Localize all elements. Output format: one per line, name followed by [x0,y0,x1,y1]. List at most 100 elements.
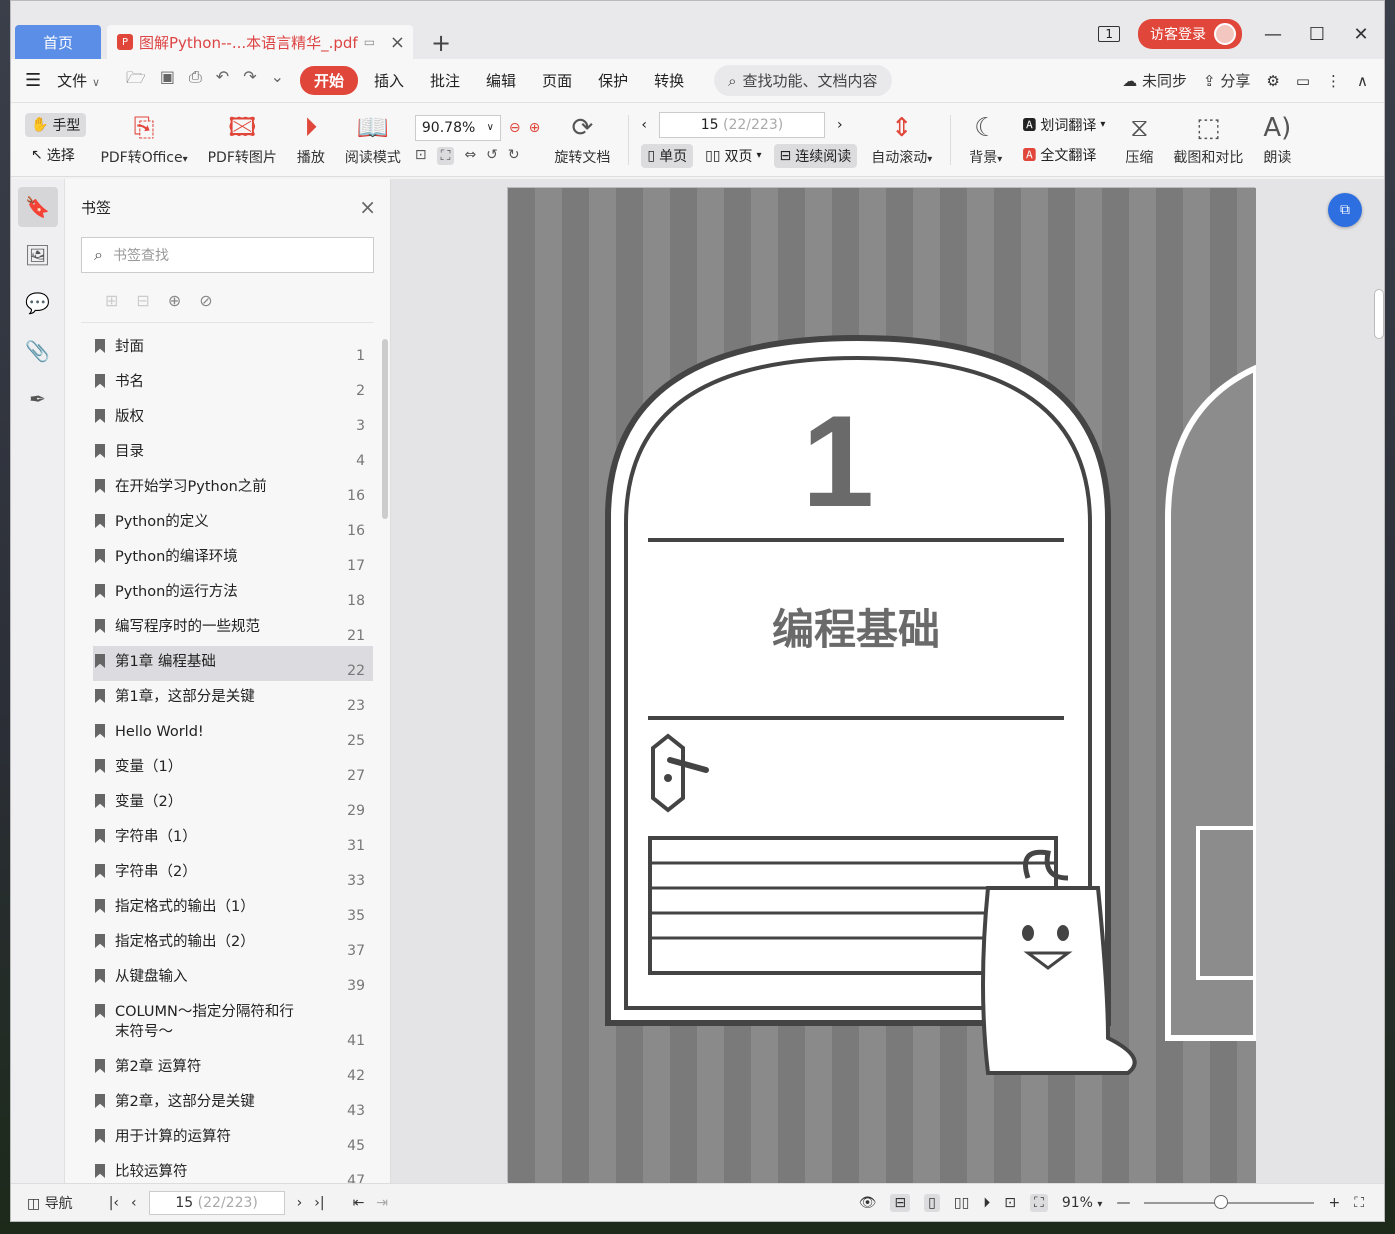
function-search[interactable]: ⌕ 查找功能、文档内容 [714,65,892,96]
tab-document[interactable]: P 图解Python--...本语言精华_.pdf ▭ × [107,25,413,59]
attachment-panel-icon[interactable]: 📎 [18,331,58,371]
zoom-in-icon[interactable]: + [1328,1195,1340,1211]
close-tab-icon[interactable]: × [390,32,405,53]
actual-size-icon[interactable]: ⊡ [415,147,427,165]
forward-icon[interactable]: ⇥ [376,1195,388,1211]
hand-tool-button[interactable]: ✋ 手型 [25,112,87,137]
next-page-icon[interactable]: › [297,1195,303,1211]
bookmark-item[interactable]: 从键盘输入 39 [93,961,373,996]
document-scrollbar[interactable] [1374,289,1384,339]
page-number-input[interactable]: 15 (22/223) [658,111,825,138]
tab-home[interactable]: 首页 [15,25,101,59]
bookmark-item[interactable]: 指定格式的输出（1） 35 [93,891,373,926]
prev-page-icon[interactable]: ‹ [131,1195,137,1211]
read-aloud-button[interactable]: A) 朗读 [1257,111,1297,169]
settings-icon[interactable]: ⚙ [1266,72,1279,90]
bookmark-item[interactable]: 在开始学习Python之前 16 [93,471,373,506]
undo-icon[interactable]: ↶ [216,67,229,94]
bookmark-item[interactable]: 字符串（2） 33 [93,856,373,891]
panel-scrollbar[interactable] [382,339,388,519]
share-button[interactable]: ⇪ 分享 [1203,70,1250,91]
bookmark-item[interactable]: 第2章 运算符 42 [93,1051,373,1086]
first-page-icon[interactable]: |‹ [109,1195,119,1211]
floating-tool-button[interactable]: ⧉ [1328,193,1362,227]
bookmark-item[interactable]: Python的定义 16 [93,506,373,541]
bookmark-item[interactable]: 封面 1 [93,331,373,366]
status-page-input[interactable]: 15 (22/223) [148,1190,285,1215]
bookmark-search-input[interactable]: ⌕ 书签查找 [81,237,374,273]
zoom-select[interactable]: 90.78% ∨ [414,114,501,141]
sync-button[interactable]: ☁ 未同步 [1122,70,1187,91]
fit-width-icon[interactable]: ⇔ [464,147,476,165]
menu-comment[interactable]: 批注 [420,66,470,95]
continuous-read-button[interactable]: ⊟ 连续阅读 [773,143,858,168]
pdf-to-office-button[interactable]: ⎘ PDF转Office▾ [94,111,193,169]
zoom-in-icon[interactable]: ⊕ [529,120,541,136]
single-page-icon[interactable]: ▯ [924,1193,940,1212]
signature-panel-icon[interactable]: ✒ [18,379,58,419]
print-icon[interactable]: ⎙ [189,67,202,94]
add-bookmark-icon[interactable]: ⊕ [168,291,181,310]
hamburger-icon[interactable]: ☰ [25,70,41,91]
last-page-icon[interactable]: ›| [314,1195,324,1211]
play-button[interactable]: ⏵ 播放 [291,111,331,169]
bookmark-item[interactable]: 用于计算的运算符 45 [93,1121,373,1156]
close-window-icon[interactable]: ✕ [1348,24,1374,45]
menu-insert[interactable]: 插入 [364,66,414,95]
bookmark-item[interactable]: 版权 3 [93,401,373,436]
bookmark-item[interactable]: 第1章 编程基础 22 [93,646,373,681]
bookmark-item[interactable]: 第1章，这部分是关键 23 [93,681,373,716]
back-icon[interactable]: ⇤ [353,1195,365,1211]
bookmark-item[interactable]: 书名 2 [93,366,373,401]
expand-all-icon[interactable]: ⊞ [105,291,118,310]
zoom-slider[interactable] [1144,1194,1315,1209]
auto-scroll-button[interactable]: ⇕ 自动滚动▾ [865,111,938,169]
guest-login-button[interactable]: 访客登录 [1138,19,1242,49]
bookmark-item[interactable]: 目录 4 [93,436,373,471]
delete-bookmark-icon[interactable]: ⊘ [199,291,212,310]
thumbnail-panel-icon[interactable]: 🖼 [18,235,58,275]
bookmark-item[interactable]: 变量（1） 27 [93,751,373,786]
menu-start[interactable]: 开始 [300,66,359,95]
actual-size-icon[interactable]: ⊡ [1004,1195,1016,1211]
window-layout-icon[interactable]: 1 [1098,26,1120,42]
read-mode-button[interactable]: 📖 阅读模式 [339,111,407,169]
menu-file[interactable]: 文件 ∨ [47,66,110,95]
more-options-icon[interactable]: ⋮ [1326,72,1341,90]
rotate-document-button[interactable]: ⟳ 旋转文档 [548,111,616,169]
bookmark-item[interactable]: Python的运行方法 18 [93,576,373,611]
bookmark-item[interactable]: Python的编译环境 17 [93,541,373,576]
fit-page-icon[interactable]: ⛶ [436,146,455,165]
prev-page-icon[interactable]: ‹ [641,117,647,133]
save-icon[interactable]: ▣ [160,67,175,94]
collapse-all-icon[interactable]: ⊟ [136,291,149,310]
more-icon[interactable]: ⌄ [271,67,284,94]
select-tool-button[interactable]: ↖ 选择 [25,143,86,167]
rotate-left-icon[interactable]: ↺ [486,147,498,165]
bookmark-item[interactable]: Hello World! 25 [93,716,373,751]
collapse-ribbon-icon[interactable]: ∧ [1357,72,1368,90]
bookmark-item[interactable]: 指定格式的输出（2） 37 [93,926,373,961]
menu-edit[interactable]: 编辑 [476,66,526,95]
eye-protection-icon[interactable]: 👁 [859,1195,877,1211]
single-page-button[interactable]: ▯ 单页 [641,143,694,168]
rotate-right-icon[interactable]: ↻ [508,147,520,165]
navigation-toggle[interactable]: ◫ 导航 [27,1193,73,1213]
zoom-slider-knob[interactable] [1214,1194,1229,1209]
bookmark-item[interactable]: 变量（2） 29 [93,786,373,821]
pdf-to-image-button[interactable]: 🖾 PDF转图片 [202,111,283,169]
bookmark-item[interactable]: COLUMN～指定分隔符和行末符号～ 41 [93,996,373,1051]
fit-page-icon[interactable]: ⛶ [1030,1193,1048,1212]
minimize-icon[interactable]: — [1260,24,1286,45]
double-page-button[interactable]: ▯▯ 双页 ▾ [699,144,767,168]
menu-protect[interactable]: 保护 [588,66,638,95]
zoom-out-icon[interactable]: — [1116,1195,1130,1211]
next-page-icon[interactable]: › [837,117,843,133]
open-folder-icon[interactable]: 🗁 [126,67,146,94]
fullscreen-icon[interactable]: ⛶ [1354,1195,1364,1211]
background-button[interactable]: ☾ 背景▾ [963,111,1008,169]
full-translate-button[interactable]: 🅰 全文翻译 [1016,143,1111,167]
word-translate-button[interactable]: 🅰 划词翻译 ▾ [1016,113,1111,137]
zoom-level[interactable]: 91% ▾ [1062,1195,1103,1211]
new-tab-button[interactable]: + [431,29,451,57]
